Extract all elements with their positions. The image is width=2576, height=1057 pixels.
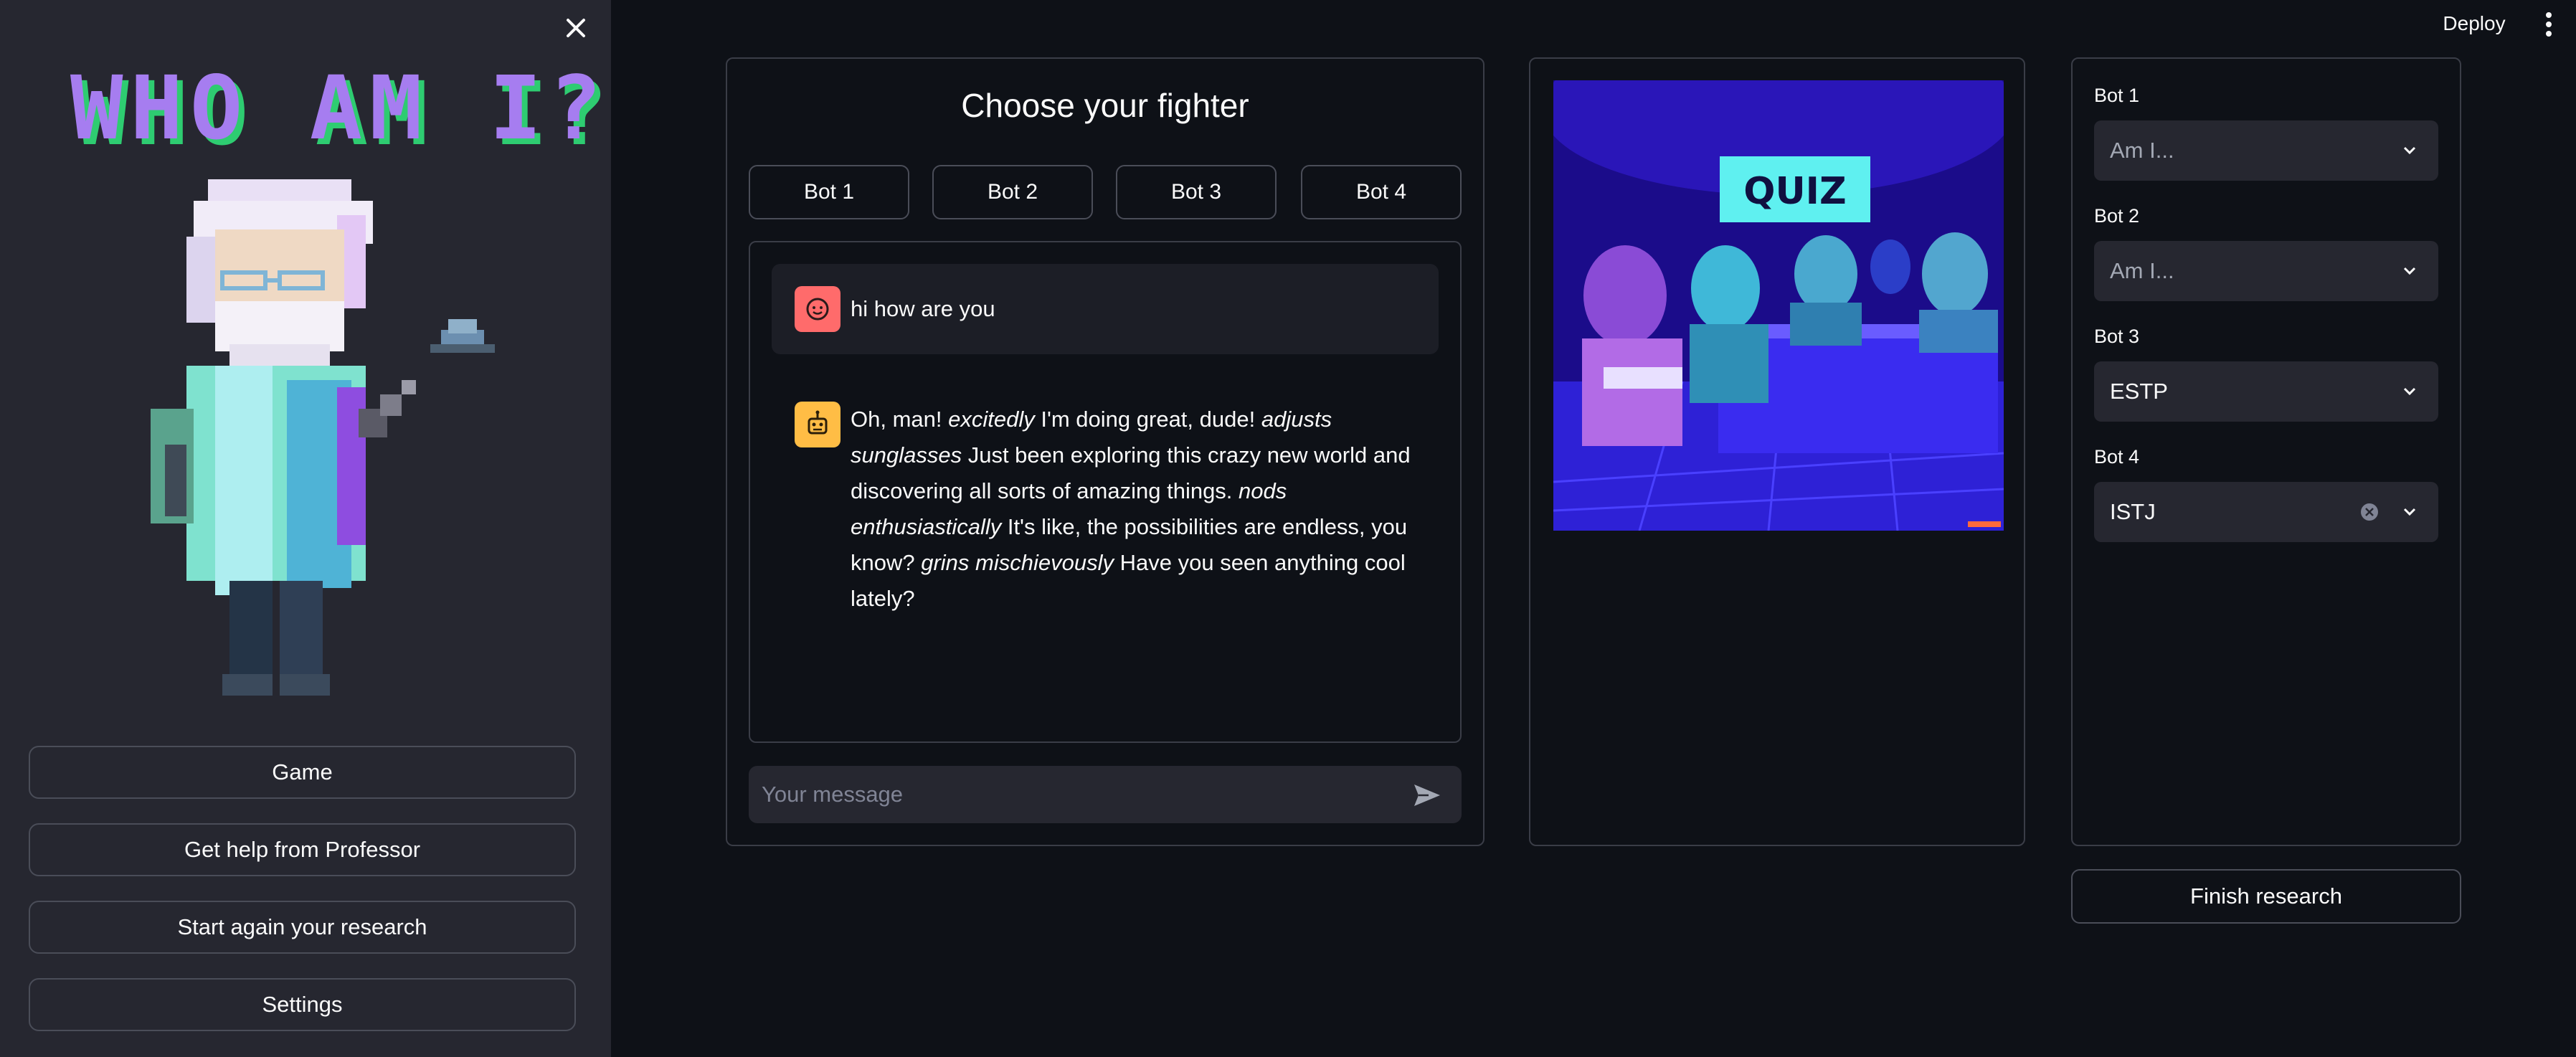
- game-button[interactable]: Game: [29, 746, 576, 799]
- bot-text-emote: excitedly: [948, 407, 1035, 432]
- robot-icon: [808, 410, 828, 435]
- bot-3-select-value: ESTP: [2110, 379, 2168, 404]
- chevron-down-icon: [2403, 267, 2416, 275]
- get-help-button[interactable]: Get help from Professor: [29, 823, 576, 876]
- clear-selection-icon[interactable]: [2359, 502, 2380, 522]
- bot-2-select[interactable]: Am I...: [2094, 241, 2438, 301]
- smiley-face-icon: [806, 298, 829, 321]
- bot-2-select-label: Bot 2: [2094, 205, 2140, 227]
- bot-settings-panel: Bot 1 Am I... Bot 2 Am I... Bot 3 ESTP B…: [2071, 57, 2461, 846]
- bot-3-select[interactable]: ESTP: [2094, 361, 2438, 422]
- professor-pixel-art: [151, 179, 495, 696]
- sidebar: WHO AM I? Game Get help from Professor S…: [0, 0, 611, 1057]
- bot-4-select[interactable]: ISTJ: [2094, 482, 2438, 542]
- bot-2-select-value: Am I...: [2110, 258, 2174, 283]
- bot-4-select-value: ISTJ: [2110, 499, 2156, 524]
- bot-text-emote: grins mischievously: [921, 550, 1114, 575]
- chevron-down-icon: [2403, 146, 2416, 155]
- bot-text-part: I'm doing great, dude!: [1034, 407, 1261, 432]
- kebab-menu-icon: [2546, 12, 2552, 37]
- chat-heading: Choose your fighter: [961, 87, 1249, 124]
- message-bar: [749, 766, 1462, 823]
- user-message: hi how are you: [772, 264, 1439, 354]
- bot-message-text: Oh, man! excitedly I'm doing great, dude…: [851, 402, 1439, 617]
- bot-4-select-label: Bot 4: [2094, 446, 2140, 468]
- deploy-button[interactable]: Deploy: [2424, 6, 2524, 42]
- user-avatar: [795, 286, 840, 332]
- close-sidebar-button[interactable]: [558, 10, 594, 46]
- image-panel: QUIZ: [1529, 57, 2025, 846]
- chevron-down-icon: [2403, 508, 2416, 516]
- bot-1-select-label: Bot 1: [2094, 85, 2140, 106]
- send-icon: [1414, 785, 1440, 806]
- chat-history: hi how are you Oh, man! excitedly I'm do…: [749, 241, 1462, 743]
- user-message-text: hi how are you: [851, 296, 995, 321]
- settings-button[interactable]: Settings: [29, 978, 576, 1031]
- close-icon: [567, 19, 585, 37]
- message-input[interactable]: [749, 766, 1380, 823]
- start-again-button[interactable]: Start again your research: [29, 901, 576, 954]
- tab-bot-2[interactable]: Bot 2: [932, 165, 1093, 219]
- tab-bot-1[interactable]: Bot 1: [749, 165, 909, 219]
- quiz-sign-text: QUIZ: [1743, 170, 1846, 213]
- tab-bot-3[interactable]: Bot 3: [1116, 165, 1277, 219]
- chevron-down-icon: [2403, 387, 2416, 396]
- bot-avatar: [795, 402, 840, 447]
- bot-3-select-label: Bot 3: [2094, 326, 2140, 347]
- send-button[interactable]: [1408, 777, 1444, 813]
- chat-panel: Choose your fighter Bot 1 Bot 2 Bot 3 Bo…: [726, 57, 1484, 846]
- bot-1-select-value: Am I...: [2110, 138, 2174, 163]
- bot-1-select[interactable]: Am I...: [2094, 120, 2438, 181]
- quiz-show-illustration: QUIZ: [1553, 80, 2004, 531]
- logo-title: WHO AM I?: [70, 57, 610, 159]
- main-menu-button[interactable]: [2530, 6, 2559, 42]
- bot-text-part: Oh, man!: [851, 407, 949, 432]
- finish-research-button[interactable]: Finish research: [2071, 869, 2461, 924]
- tab-bot-4[interactable]: Bot 4: [1301, 165, 1462, 219]
